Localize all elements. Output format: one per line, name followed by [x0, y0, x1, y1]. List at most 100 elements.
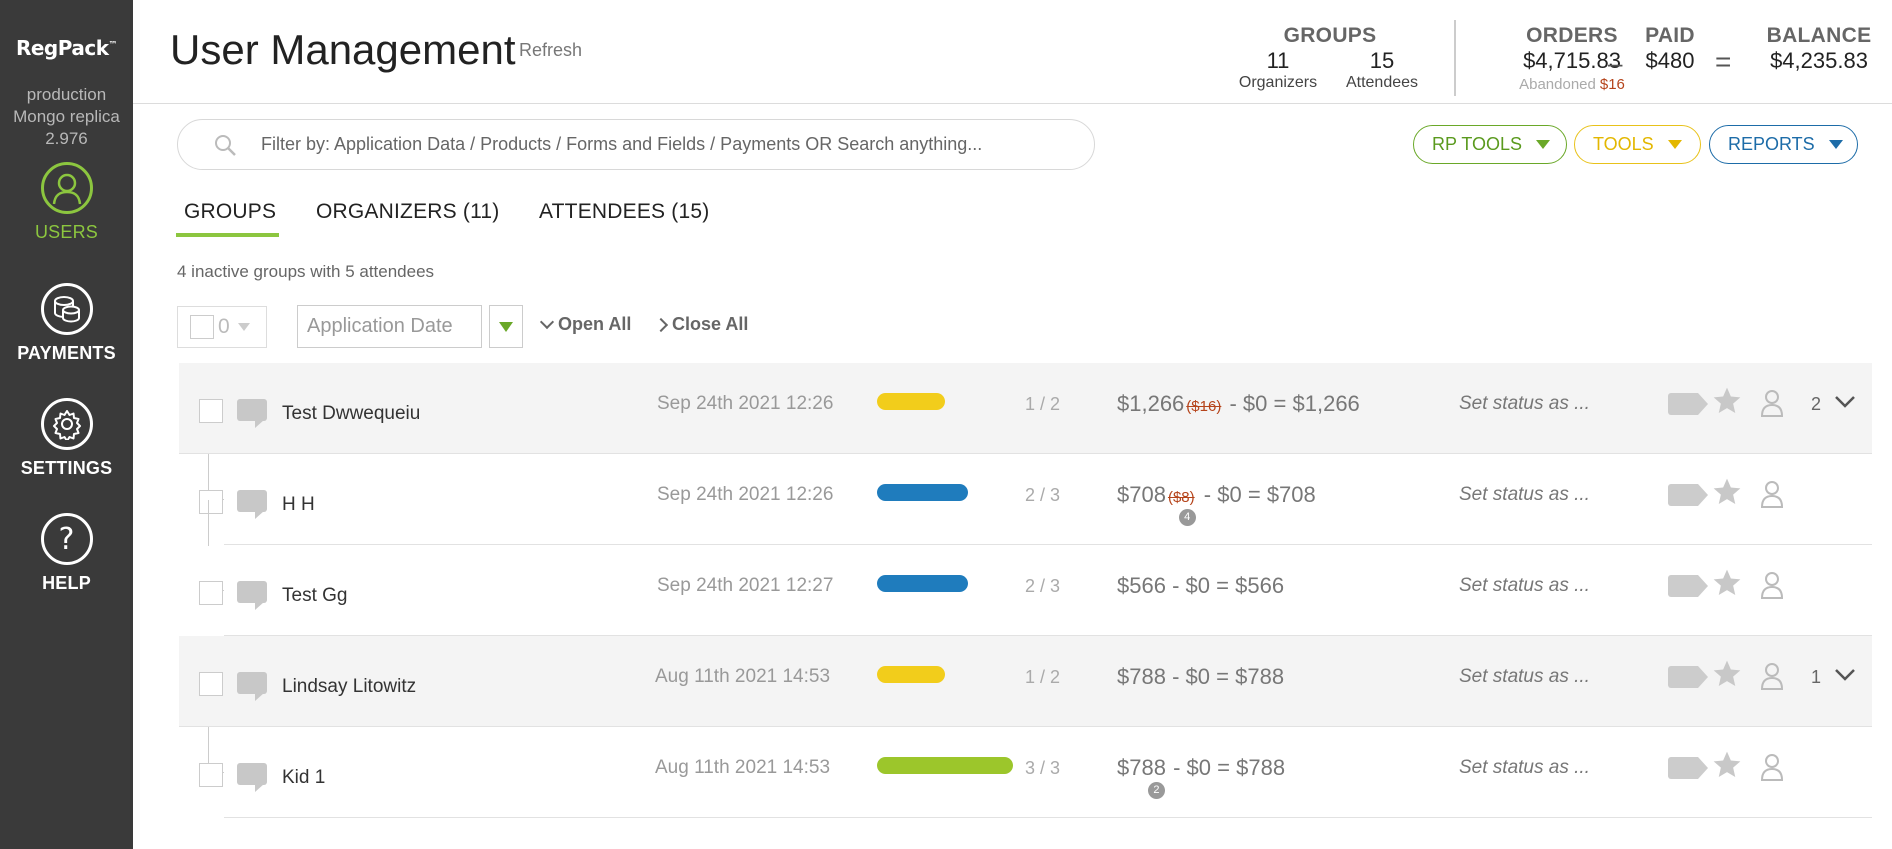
row-paid: $0 [1186, 755, 1212, 780]
tag-icon[interactable] [1668, 393, 1708, 415]
set-status-link[interactable]: Set status as ... [1459, 666, 1590, 688]
row-orders: $566 [1117, 573, 1166, 598]
header-divider [1454, 20, 1456, 96]
row-name[interactable]: H H [282, 494, 315, 516]
sidebar: RegPack™ production Mongo replica 2.976 … [0, 0, 133, 849]
row-checkbox[interactable] [199, 490, 223, 514]
search-input[interactable] [261, 134, 1041, 155]
bulk-select-dropdown[interactable]: 0 [177, 306, 267, 348]
close-all-button[interactable]: Close All [653, 314, 748, 335]
tab-organizers[interactable]: ORGANIZERS (11) [316, 200, 499, 224]
row-abandoned: ($8) [1167, 489, 1195, 506]
group-row[interactable]: Test Dwwequeiu Sep 24th 2021 12:26 1 / 2 $1… [179, 363, 1872, 454]
row-paid: $0 [1242, 391, 1268, 416]
person-icon[interactable] [1759, 751, 1785, 781]
organizers-count: 11 [1266, 48, 1290, 73]
comment-icon[interactable] [237, 399, 267, 428]
row-checkbox[interactable] [199, 672, 223, 696]
equals-operator: = [1216, 664, 1229, 689]
tag-icon[interactable] [1668, 666, 1708, 688]
row-ratio: 1 / 2 [1025, 394, 1061, 414]
select-all-checkbox[interactable] [190, 315, 214, 339]
attendees-label: Attendees [1345, 74, 1419, 91]
paid-label: PAID [1645, 24, 1695, 47]
nav-help[interactable]: ? HELP [0, 513, 133, 594]
member-row[interactable]: Test Gg Sep 24th 2021 12:27 2 / 3 $566 - $0… [199, 500, 1872, 636]
nav-settings[interactable]: SETTINGS [0, 398, 133, 479]
equals-operator: = [1715, 46, 1732, 77]
star-icon[interactable] [1711, 749, 1743, 781]
chevron-down-icon [539, 314, 555, 329]
nav-users[interactable]: USERS [0, 162, 133, 243]
row-balance: $566 [1235, 573, 1285, 598]
progress-bar [877, 393, 945, 410]
nav-payments[interactable]: PAYMENTS [0, 283, 133, 364]
minus-operator: - [1229, 391, 1237, 416]
row-name[interactable]: Lindsay Litowitz [282, 676, 416, 698]
row-name[interactable]: Kid 1 [282, 767, 325, 789]
row-checkbox[interactable] [199, 399, 223, 423]
selected-count: 0 [218, 315, 230, 338]
caret-down-icon [499, 321, 513, 332]
person-icon[interactable] [1759, 387, 1785, 417]
regpack-logo[interactable]: RegPack™ [0, 36, 133, 60]
person-icon[interactable] [1759, 478, 1785, 508]
row-money: $1,266 ($16) - $0 = $1,266 [1117, 391, 1360, 417]
row-name[interactable]: Test Gg [282, 585, 347, 607]
row-name[interactable]: Test Dwwequeiu [282, 403, 420, 425]
chevron-down-icon[interactable] [1833, 389, 1857, 413]
comment-icon[interactable] [237, 672, 267, 701]
balance-summary: BALANCE $4,235.83 [1749, 24, 1889, 74]
open-all-button[interactable]: Open All [539, 314, 631, 335]
sort-direction-button[interactable] [489, 305, 523, 348]
row-checkbox[interactable] [199, 763, 223, 787]
member-row[interactable]: Kid 1 Aug 11th 2021 14:53 3 / 3 $788 2 - $0 … [199, 727, 1872, 818]
person-icon[interactable] [1759, 569, 1785, 599]
set-status-link[interactable]: Set status as ... [1459, 393, 1590, 415]
header: User Management Refresh GROUPS 11 Organi… [133, 0, 1892, 104]
row-checkbox[interactable] [199, 581, 223, 605]
comment-icon[interactable] [237, 490, 267, 519]
caret-down-icon [237, 323, 250, 331]
member-row[interactable]: H H Sep 24th 2021 12:26 2 / 3 $708 ($8)4 - $… [199, 454, 1872, 545]
minus-operator: - [1203, 482, 1212, 507]
person-icon[interactable] [1759, 660, 1785, 690]
tag-icon[interactable] [1668, 575, 1708, 597]
set-status-link[interactable]: Set status as ... [1459, 757, 1590, 779]
reports-button[interactable]: REPORTS [1709, 125, 1858, 164]
tools-label: TOOLS [1593, 134, 1654, 154]
rp-tools-button[interactable]: RP TOOLS [1413, 125, 1568, 164]
chevron-down-icon[interactable] [1833, 662, 1857, 686]
refresh-link[interactable]: Refresh [519, 40, 582, 61]
set-status-link[interactable]: Set status as ... [1459, 484, 1590, 506]
row-balance: $708 [1266, 482, 1316, 507]
progress-bar [877, 484, 968, 501]
reports-label: REPORTS [1728, 134, 1815, 154]
caret-down-icon [1667, 140, 1682, 149]
tab-attendees[interactable]: ATTENDEES (15) [539, 200, 709, 224]
comment-icon[interactable] [237, 581, 267, 610]
star-icon[interactable] [1711, 476, 1743, 508]
nav-payments-label: PAYMENTS [17, 343, 116, 363]
row-orders: $1,266 [1117, 391, 1185, 416]
row-ratio: 2 / 3 [1025, 485, 1061, 505]
row-balance: $788 [1235, 664, 1285, 689]
group-row[interactable]: Lindsay Litowitz Aug 11th 2021 14:53 1 / 2… [179, 636, 1872, 727]
tab-groups[interactable]: GROUPS [184, 200, 276, 224]
star-icon[interactable] [1711, 658, 1743, 690]
member-count: 1 [1811, 667, 1822, 687]
sort-field-select[interactable]: Application Date [297, 305, 482, 348]
set-status-link[interactable]: Set status as ... [1459, 575, 1590, 597]
search-box[interactable] [177, 119, 1095, 170]
tag-icon[interactable] [1668, 484, 1708, 506]
star-icon[interactable] [1711, 385, 1743, 417]
tag-icon[interactable] [1668, 757, 1708, 779]
row-date: Sep 24th 2021 12:26 [657, 393, 834, 414]
minus-operator: - [1172, 664, 1180, 689]
row-paid: $0 [1217, 482, 1242, 507]
comment-icon[interactable] [237, 763, 267, 792]
star-icon[interactable] [1711, 567, 1743, 599]
tools-button[interactable]: TOOLS [1574, 125, 1701, 164]
row-paid: $0 [1185, 664, 1211, 689]
row-date: Aug 11th 2021 14:53 [655, 666, 831, 687]
